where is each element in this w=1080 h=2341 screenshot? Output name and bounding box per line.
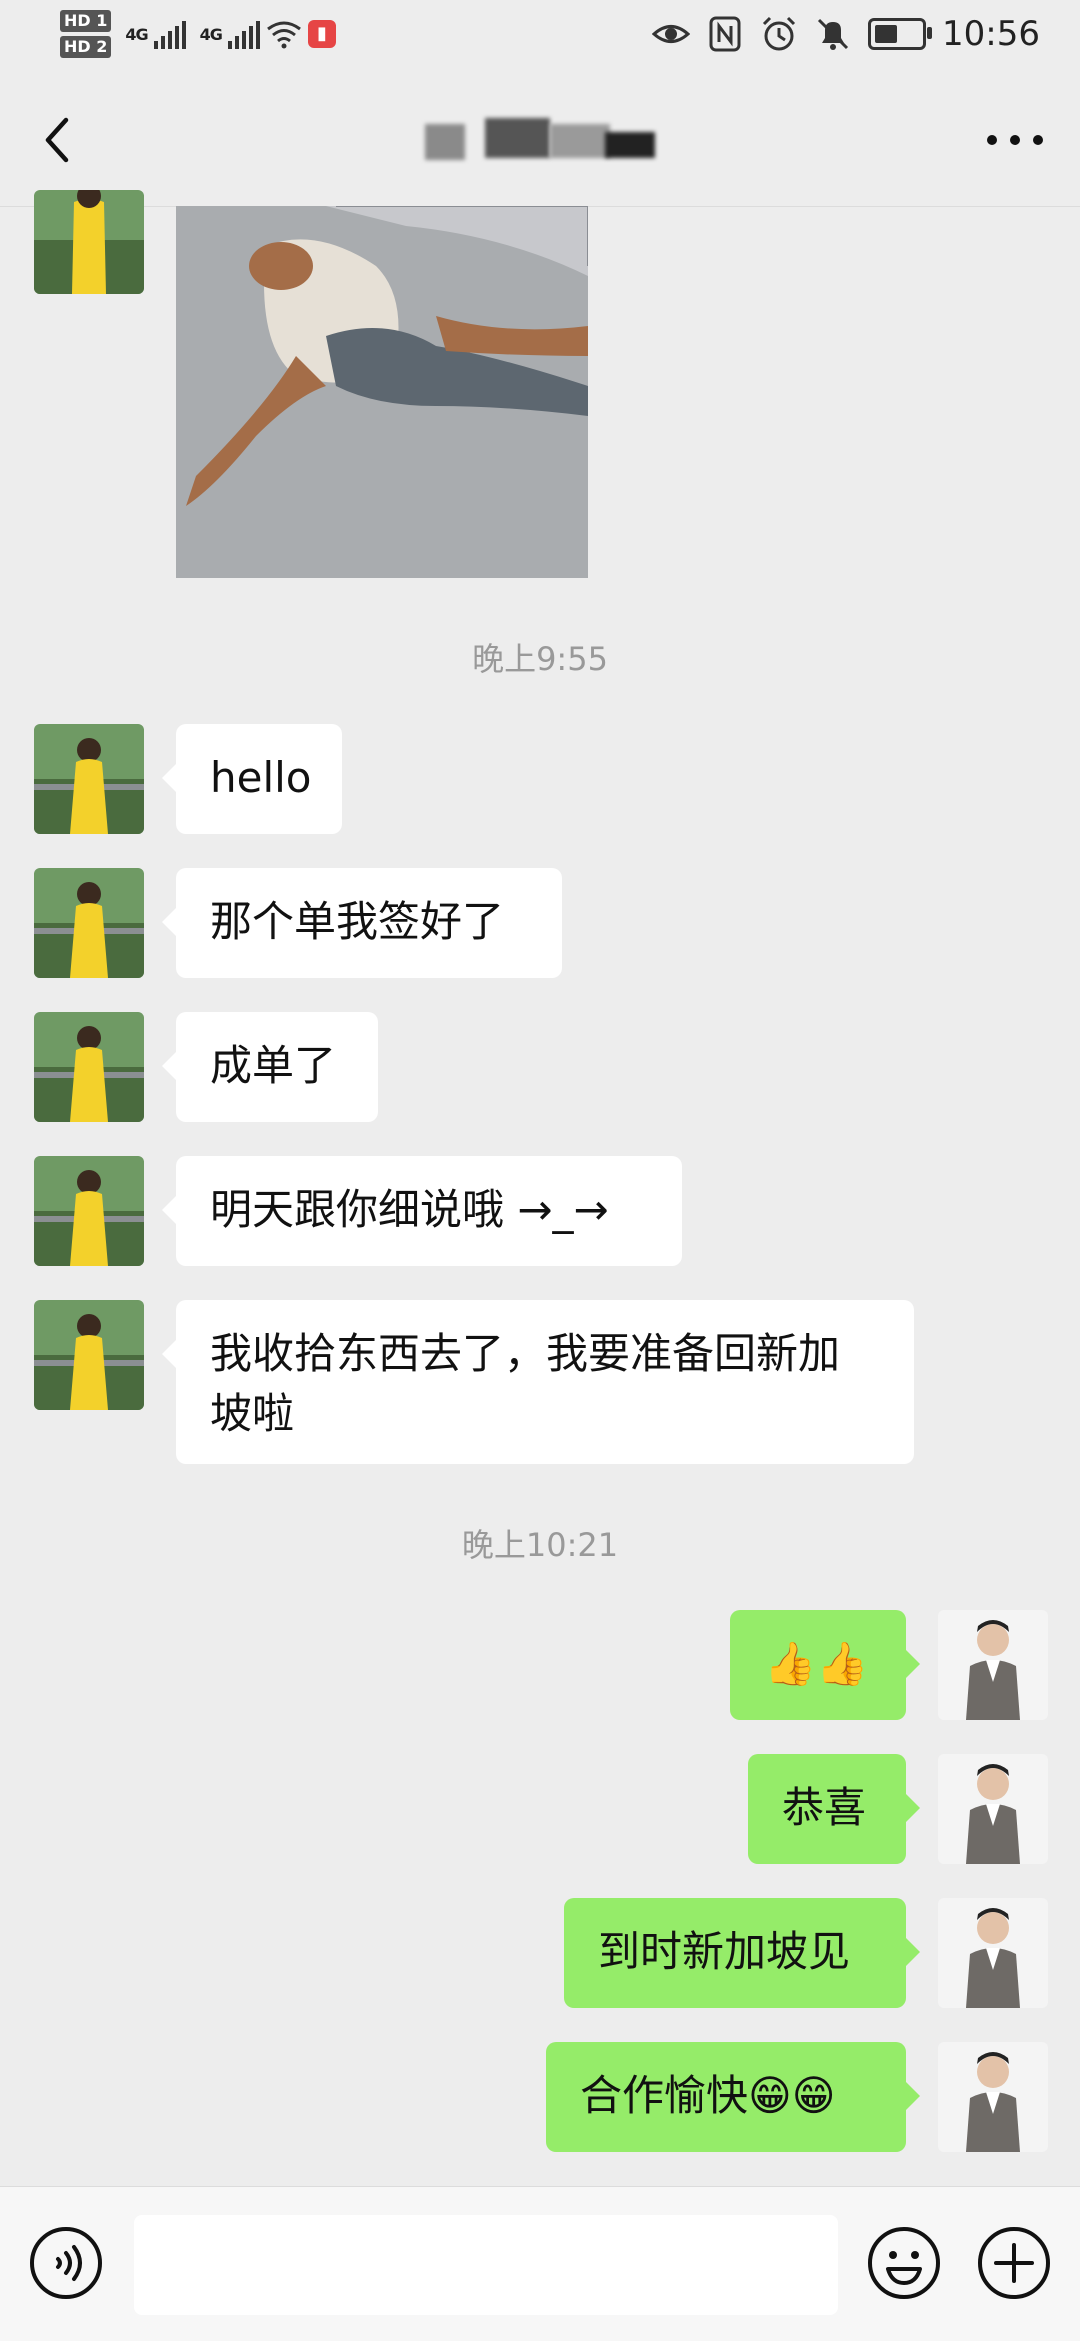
- chat-header: [0, 80, 1080, 207]
- mute-bell-icon: [817, 18, 849, 50]
- avatar-man-image: [938, 2042, 1048, 2152]
- thumbs-up-icon: 👍👍: [764, 1639, 869, 1688]
- sim-indicators: HD 1 HD 2: [60, 10, 112, 58]
- message-bubble-incoming[interactable]: 那个单我签好了: [162, 868, 562, 978]
- battery-icon: [868, 18, 933, 50]
- avatar-girl-image: [34, 1012, 144, 1122]
- message-text: 到时新加坡见: [598, 1927, 851, 1976]
- photo-image: [176, 206, 588, 578]
- alarm-icon: [762, 16, 796, 51]
- sim1-label: HD 1: [60, 10, 112, 32]
- message-text: 恭喜: [782, 1783, 867, 1832]
- message-text: 明天跟你细说哦 →_→: [210, 1185, 609, 1234]
- photo-message[interactable]: [176, 206, 588, 578]
- emoji-icon[interactable]: [866, 2225, 942, 2301]
- message-bubble-outgoing[interactable]: 合作愉快😁😁: [546, 2042, 920, 2152]
- message-text: 我收拾东西去了，我要准备回新加坡啦: [210, 1329, 841, 1438]
- avatar-man-image: [938, 1898, 1048, 2008]
- notification-app-icon: ▮: [307, 20, 336, 48]
- nfc-icon: [709, 16, 741, 52]
- message-bubble-incoming[interactable]: 明天跟你细说哦 →_→: [162, 1156, 682, 1266]
- message-input[interactable]: [134, 2215, 838, 2315]
- message-bubble-incoming[interactable]: 我收拾东西去了，我要准备回新加坡啦: [162, 1300, 914, 1464]
- chat-title-redacted: [400, 110, 680, 176]
- avatar-girl-image: [34, 1156, 144, 1266]
- avatar[interactable]: [34, 1012, 144, 1122]
- avatar[interactable]: [34, 724, 144, 834]
- wifi-icon: [267, 21, 301, 49]
- plus-icon[interactable]: [976, 2225, 1052, 2301]
- status-right: 10:56: [652, 14, 1040, 54]
- avatar-girl-image: [34, 868, 144, 978]
- status-left: HD 1 HD 2 4G 4G ▮: [60, 10, 336, 58]
- avatar[interactable]: [34, 1300, 144, 1410]
- chevron-left-icon[interactable]: [30, 110, 90, 170]
- message-bubble-outgoing[interactable]: 恭喜: [748, 1754, 920, 1864]
- clock: 10:56: [942, 14, 1040, 54]
- message-text: hello: [210, 753, 312, 802]
- eye-icon: [652, 25, 691, 43]
- avatar[interactable]: [938, 2042, 1048, 2152]
- message-text: 成单了: [210, 1041, 337, 1090]
- voice-icon[interactable]: [28, 2225, 104, 2301]
- avatar[interactable]: [34, 1156, 144, 1266]
- avatar-girl-image: [34, 190, 144, 294]
- avatar-man-image: [938, 1610, 1048, 1720]
- message-bubble-incoming[interactable]: 成单了: [162, 1012, 378, 1122]
- message-bubble-outgoing[interactable]: 👍👍: [730, 1610, 920, 1720]
- avatar-girl-image: [34, 1300, 144, 1410]
- timestamp: 晚上9:55: [472, 640, 608, 678]
- message-bubble-outgoing[interactable]: 到时新加坡见: [564, 1898, 920, 2008]
- message-bubble-incoming[interactable]: hello: [162, 724, 342, 834]
- avatar-man-image: [938, 1754, 1048, 1864]
- message-text: 那个单我签好了: [210, 897, 505, 946]
- status-bar: HD 1 HD 2 4G 4G ▮ 10:56: [0, 0, 1080, 80]
- avatar-girl-image: [34, 724, 144, 834]
- timestamp: 晚上10:21: [461, 1526, 619, 1564]
- more-dots-icon[interactable]: [980, 120, 1050, 160]
- net1-label: 4G: [125, 24, 148, 44]
- signal2-icon: [227, 19, 260, 49]
- message-text: 合作愉快😁😁: [580, 2071, 836, 2120]
- input-bar: [0, 2186, 1080, 2341]
- signal1-icon: [153, 19, 186, 49]
- avatar[interactable]: [938, 1754, 1048, 1864]
- sim2-label: HD 2: [60, 36, 112, 58]
- avatar[interactable]: [938, 1898, 1048, 2008]
- avatar[interactable]: [34, 868, 144, 978]
- avatar[interactable]: [34, 190, 144, 294]
- avatar[interactable]: [938, 1610, 1048, 1720]
- net2-label: 4G: [199, 24, 223, 44]
